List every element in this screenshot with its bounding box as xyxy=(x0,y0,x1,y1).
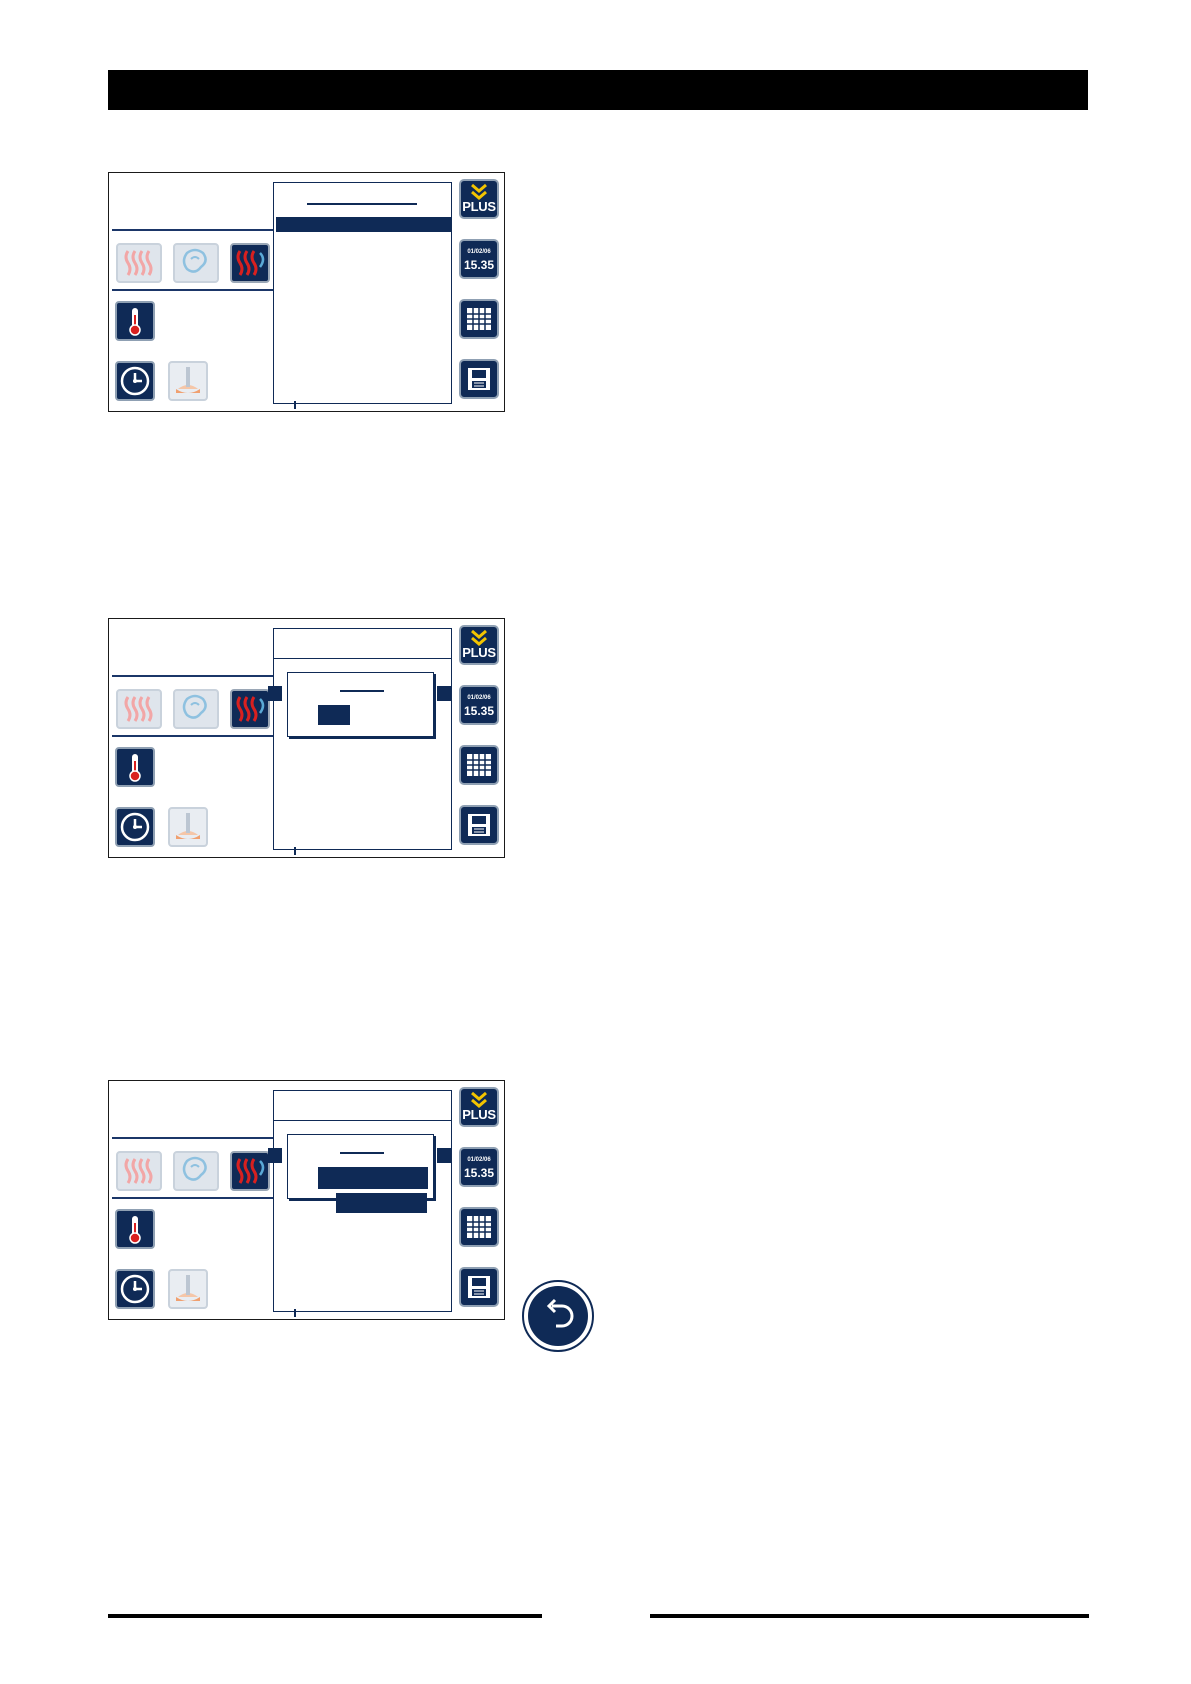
temperature-button[interactable] xyxy=(115,1209,155,1249)
selection-panel xyxy=(273,182,452,404)
floppy-disk-icon xyxy=(468,1276,490,1298)
selected-list-row[interactable] xyxy=(276,217,451,232)
divider xyxy=(112,289,282,291)
core-probe-button[interactable] xyxy=(168,1269,208,1309)
combi-heat-steam-icon xyxy=(236,250,265,276)
convection-heat-icon xyxy=(124,1158,153,1184)
panel-separator xyxy=(274,658,451,659)
core-probe-icon xyxy=(176,367,200,393)
temperature-button[interactable] xyxy=(115,301,155,341)
calendar-button[interactable] xyxy=(459,745,499,785)
header-bar xyxy=(108,70,1088,110)
panel-edge xyxy=(294,847,296,855)
timer-button[interactable] xyxy=(115,1269,155,1309)
calendar-button[interactable] xyxy=(459,299,499,339)
convection-heat-icon xyxy=(124,696,153,722)
save-button[interactable] xyxy=(459,1267,499,1307)
clock-icon xyxy=(120,1274,150,1304)
save-button[interactable] xyxy=(459,805,499,845)
steam-icon xyxy=(182,694,207,719)
footer-rule-left xyxy=(108,1614,542,1618)
calendar-grid-icon xyxy=(467,308,491,330)
core-probe-button[interactable] xyxy=(168,807,208,847)
combi-mode-button[interactable] xyxy=(230,689,270,729)
core-probe-icon xyxy=(176,1275,200,1301)
time-label: 15.35 xyxy=(463,704,495,718)
timer-button[interactable] xyxy=(115,361,155,401)
selected-row-edge xyxy=(268,1148,282,1163)
panel-title xyxy=(307,203,417,205)
plus-label: PLUS xyxy=(462,1107,496,1122)
combi-heat-steam-icon xyxy=(236,1158,265,1184)
convection-mode-button[interactable] xyxy=(116,1151,162,1191)
dialog-dropdown-list[interactable] xyxy=(336,1193,427,1213)
dialog-title xyxy=(340,1152,384,1154)
save-button[interactable] xyxy=(459,359,499,399)
convection-mode-button[interactable] xyxy=(116,243,162,283)
oven-screen-2: PLUS 01/02/06 15.35 xyxy=(108,618,505,858)
calendar-grid-icon xyxy=(467,754,491,776)
date-time-button[interactable]: 01/02/06 15.35 xyxy=(459,239,499,279)
thermometer-icon xyxy=(129,754,141,782)
oven-screen-3: PLUS 01/02/06 15.35 xyxy=(108,1080,505,1320)
calendar-button[interactable] xyxy=(459,1207,499,1247)
plus-label: PLUS xyxy=(462,645,496,660)
steam-icon xyxy=(182,1156,207,1181)
clock-icon xyxy=(120,366,150,396)
back-button[interactable] xyxy=(522,1280,594,1352)
combi-mode-button[interactable] xyxy=(230,243,270,283)
dialog-option-button[interactable] xyxy=(318,705,350,725)
core-probe-icon xyxy=(176,813,200,839)
floppy-disk-icon xyxy=(468,814,490,836)
confirm-dialog xyxy=(287,1134,434,1199)
combi-heat-steam-icon xyxy=(236,696,265,722)
dialog-option-button[interactable] xyxy=(318,1167,428,1189)
selected-row-edge xyxy=(268,686,282,701)
calendar-grid-icon xyxy=(467,1216,491,1238)
floppy-disk-icon xyxy=(468,368,490,390)
plus-button[interactable]: PLUS xyxy=(459,625,499,665)
plus-label: PLUS xyxy=(462,199,496,214)
divider xyxy=(112,1137,282,1139)
thermometer-icon xyxy=(129,308,141,336)
convection-heat-icon xyxy=(124,250,153,276)
divider xyxy=(112,1197,282,1199)
steam-mode-button[interactable] xyxy=(173,689,219,729)
panel-edge xyxy=(294,1309,296,1317)
steam-mode-button[interactable] xyxy=(173,1151,219,1191)
selection-panel xyxy=(268,628,452,850)
divider xyxy=(112,735,282,737)
panel-separator xyxy=(274,1120,451,1121)
date-label: 01/02/06 xyxy=(467,1157,491,1163)
timer-button[interactable] xyxy=(115,807,155,847)
clock-icon xyxy=(120,812,150,842)
date-time-button[interactable]: 01/02/06 15.35 xyxy=(459,1147,499,1187)
dialog-title xyxy=(340,690,384,692)
panel-edge xyxy=(294,401,296,409)
divider xyxy=(112,675,282,677)
selected-row-edge xyxy=(437,1148,451,1163)
convection-mode-button[interactable] xyxy=(116,689,162,729)
combi-mode-button[interactable] xyxy=(230,1151,270,1191)
confirm-dialog xyxy=(287,672,434,737)
back-arrow-icon xyxy=(546,1298,574,1328)
oven-screen-1: PLUS 01/02/06 15.35 xyxy=(108,172,505,412)
divider xyxy=(112,229,282,231)
plus-button[interactable]: PLUS xyxy=(459,179,499,219)
temperature-button[interactable] xyxy=(115,747,155,787)
footer-rule-right xyxy=(650,1614,1089,1618)
steam-icon xyxy=(182,248,207,273)
time-label: 15.35 xyxy=(463,258,495,272)
thermometer-icon xyxy=(129,1216,141,1244)
plus-button[interactable]: PLUS xyxy=(459,1087,499,1127)
date-time-button[interactable]: 01/02/06 15.35 xyxy=(459,685,499,725)
steam-mode-button[interactable] xyxy=(173,243,219,283)
date-label: 01/02/06 xyxy=(467,695,491,701)
time-label: 15.35 xyxy=(463,1166,495,1180)
core-probe-button[interactable] xyxy=(168,361,208,401)
selected-row-edge xyxy=(437,686,451,701)
back-button-face xyxy=(528,1286,588,1346)
date-label: 01/02/06 xyxy=(467,249,491,255)
